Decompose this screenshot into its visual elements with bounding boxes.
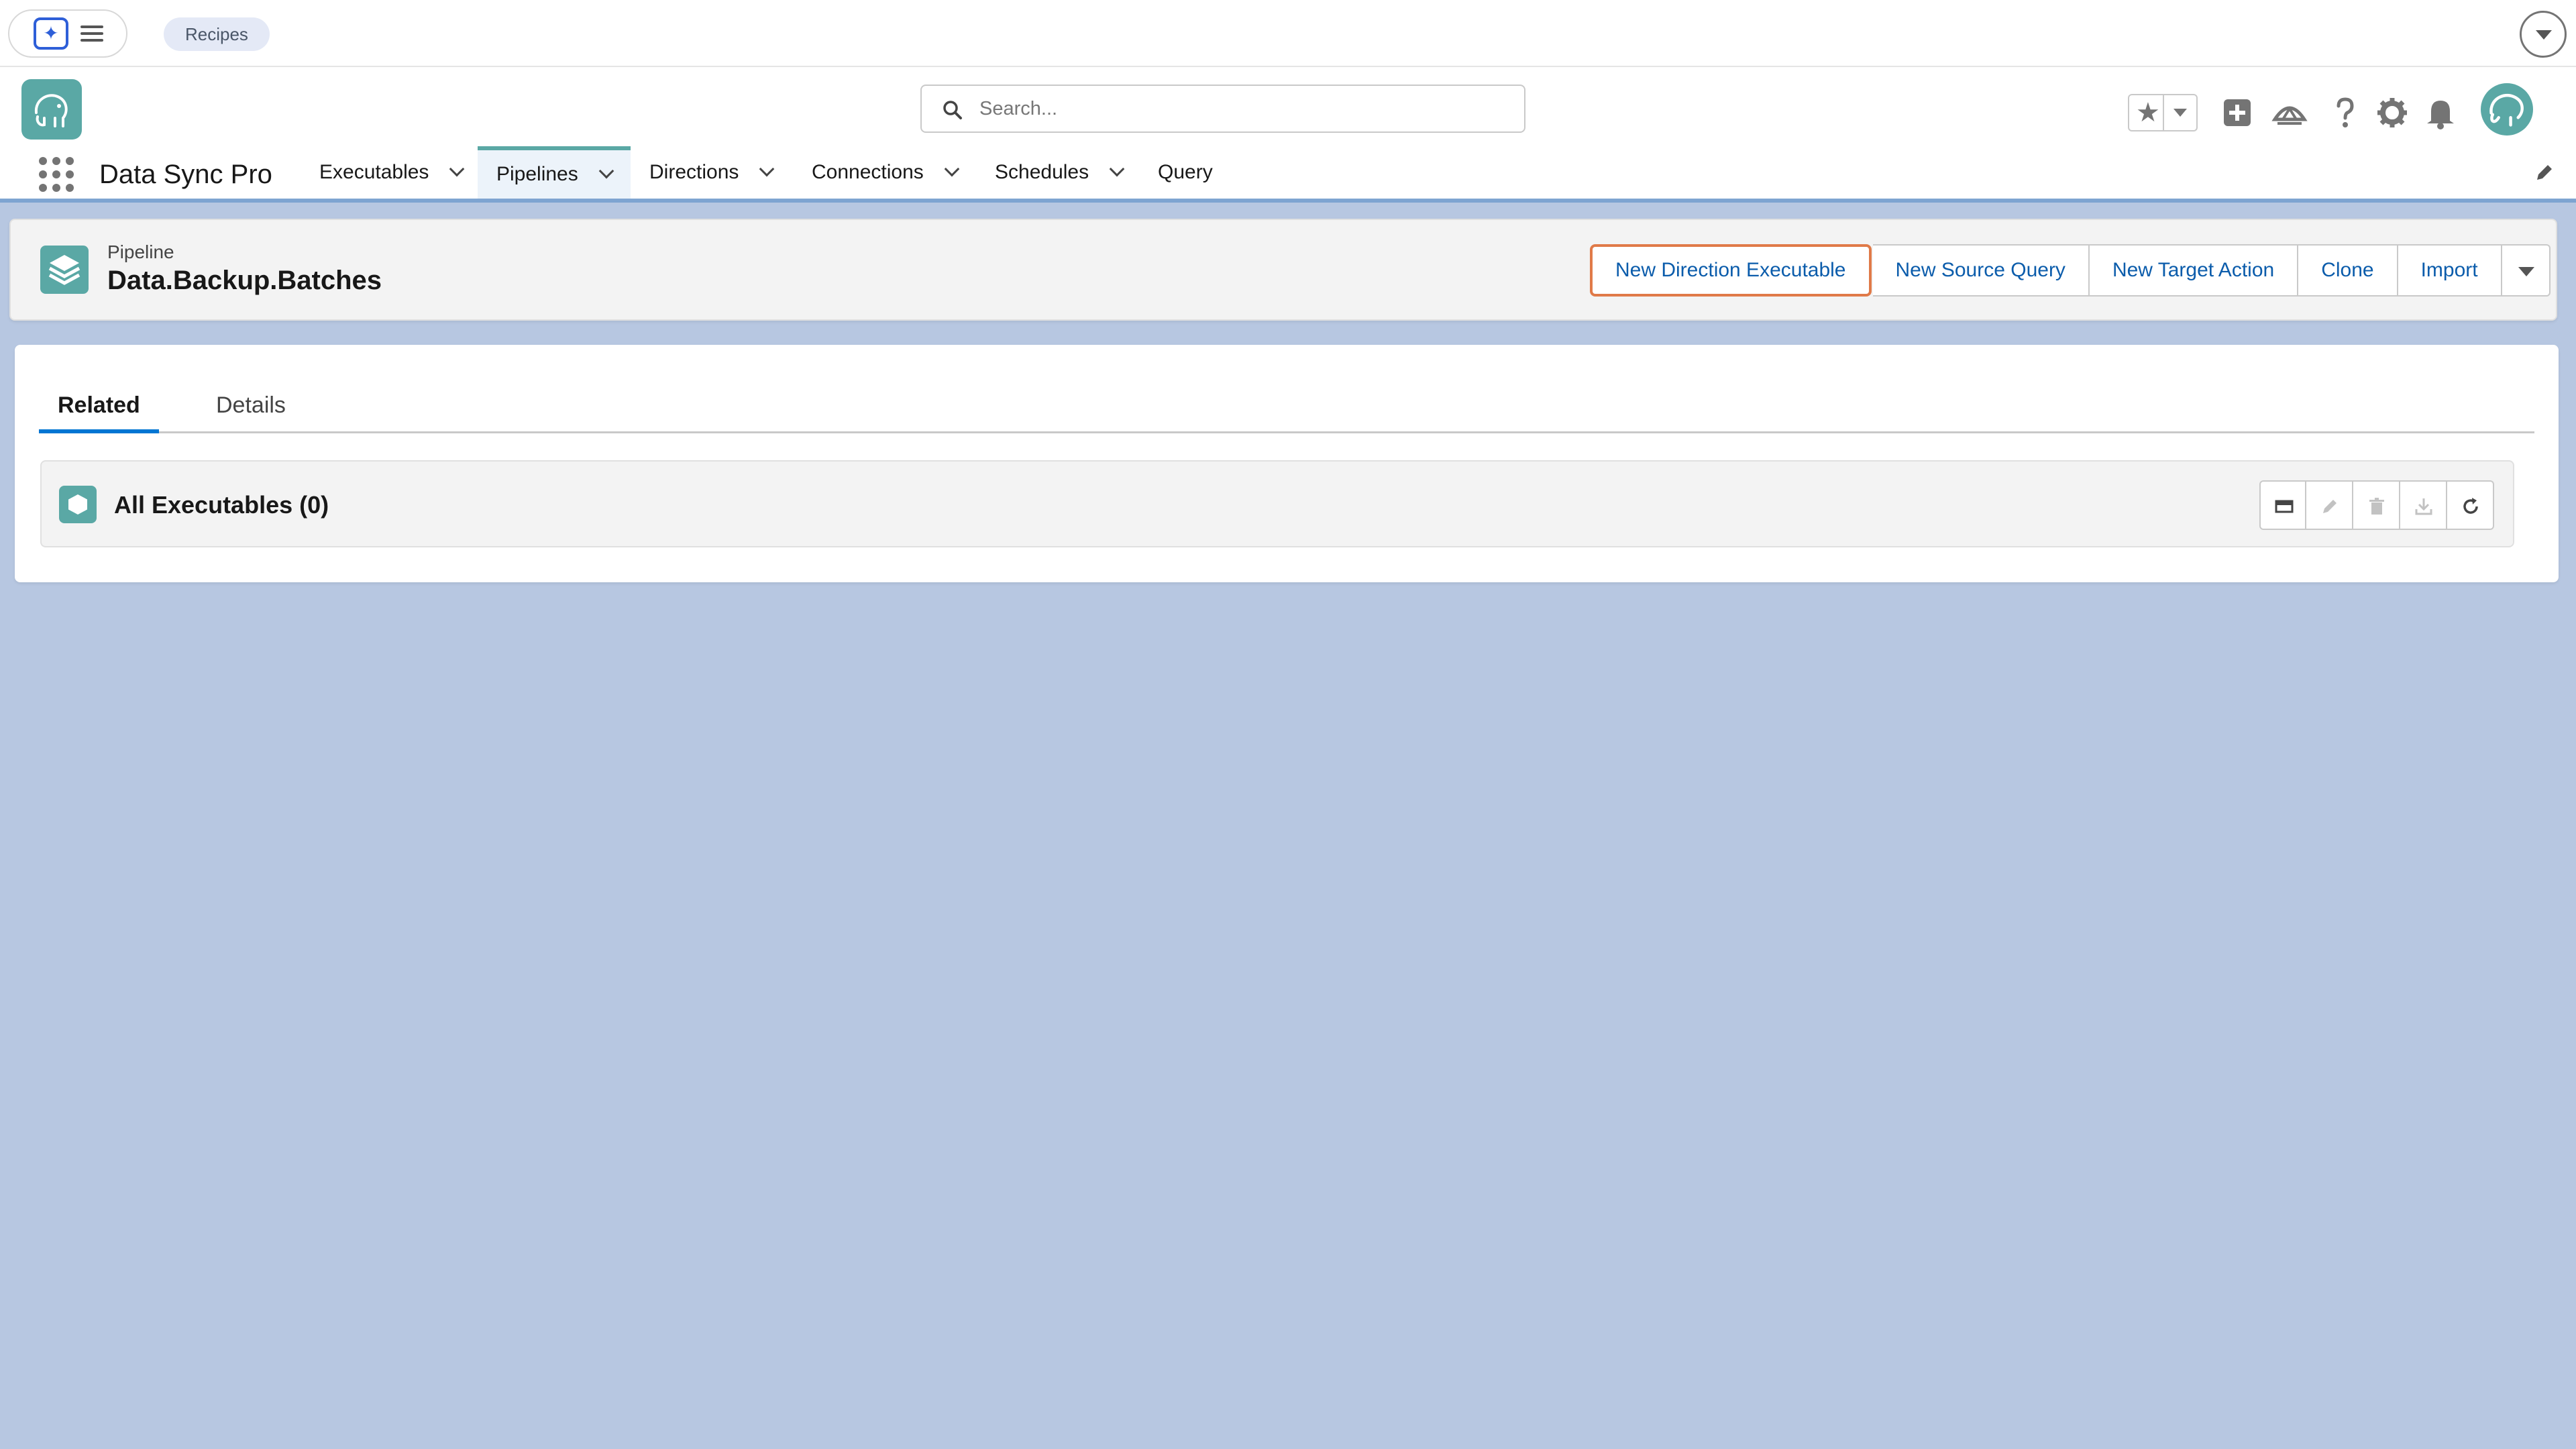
global-search[interactable] — [920, 85, 1525, 133]
download-icon — [2415, 498, 2432, 515]
elephant-logo-icon — [34, 94, 68, 127]
pipeline-record-icon — [40, 246, 89, 294]
refresh-button[interactable] — [2447, 480, 2494, 530]
new-direction-executable-button[interactable]: New Direction Executable — [1590, 244, 1872, 297]
nav-item-label: Executables — [319, 161, 429, 183]
nav-item-executables[interactable]: Executables — [319, 146, 465, 199]
nav-item-label: Pipelines — [496, 163, 578, 185]
chevron-down-icon[interactable] — [598, 163, 614, 179]
view-table-button[interactable] — [2259, 480, 2306, 530]
nav-item-query[interactable]: Query — [1158, 146, 1213, 199]
settings-gear-icon[interactable] — [2372, 93, 2412, 133]
record-action-bar: New Direction Executable New Source Quer… — [1590, 244, 2551, 297]
executable-hexagon-icon — [59, 486, 97, 523]
hamburger-menu-icon[interactable] — [80, 25, 103, 42]
trailhead-icon[interactable] — [2269, 93, 2310, 133]
nav-item-label: Schedules — [995, 161, 1089, 183]
record-detail-card: Related Details All Executables (0) — [15, 345, 2559, 582]
related-list-executables: All Executables (0) — [40, 460, 2514, 547]
edit-button[interactable] — [2306, 480, 2353, 530]
user-avatar[interactable] — [2481, 83, 2533, 136]
notifications-bell-icon[interactable] — [2420, 93, 2461, 133]
app-logo[interactable] — [21, 79, 82, 140]
elephant-avatar-icon — [2489, 94, 2524, 127]
global-actions-plus-icon[interactable] — [2217, 93, 2257, 133]
star-icon[interactable]: ★ — [2136, 98, 2160, 127]
nav-item-label: Connections — [812, 161, 924, 183]
nav-item-schedules[interactable]: Schedules — [995, 146, 1125, 199]
record-highlights: Pipeline Data.Backup.Batches New Directi… — [9, 219, 2557, 321]
app-name: Data Sync Pro — [99, 160, 272, 189]
favorites-button[interactable]: ★ — [2128, 94, 2198, 131]
agent-menu-pill[interactable]: ✦ — [8, 9, 127, 58]
chevron-down-icon[interactable] — [944, 161, 960, 177]
import-button[interactable]: Import — [2398, 244, 2502, 297]
nav-item-pipelines[interactable]: Pipelines — [478, 146, 631, 199]
system-dropdown-button[interactable] — [2520, 11, 2567, 58]
trash-icon — [2369, 498, 2384, 515]
search-input[interactable] — [978, 93, 1501, 125]
refresh-icon — [2463, 498, 2478, 514]
global-header: ★ — [0, 67, 2576, 146]
stacked-layers-icon — [48, 255, 80, 285]
chevron-down-icon[interactable] — [449, 161, 465, 177]
agent-spark-icon[interactable]: ✦ — [34, 17, 68, 50]
app-navigation: Data Sync Pro Executables Pipelines Dire… — [0, 146, 2576, 203]
system-bar: ✦ Recipes — [0, 0, 2576, 67]
more-actions-dropdown-button[interactable] — [2502, 244, 2551, 297]
table-view-icon — [2275, 500, 2294, 513]
delete-button[interactable] — [2353, 480, 2400, 530]
pencil-icon — [2323, 500, 2337, 513]
favorites-dropdown-icon[interactable] — [2174, 109, 2187, 117]
nav-item-connections[interactable]: Connections — [812, 146, 960, 199]
recipes-chip[interactable]: Recipes — [164, 17, 270, 51]
tab-related[interactable]: Related — [39, 382, 159, 433]
help-icon[interactable] — [2325, 93, 2365, 133]
related-list-title[interactable]: All Executables (0) — [114, 491, 329, 519]
new-target-action-button[interactable]: New Target Action — [2089, 244, 2299, 297]
new-source-query-button[interactable]: New Source Query — [1872, 244, 2090, 297]
nav-item-directions[interactable]: Directions — [649, 146, 775, 199]
download-button[interactable] — [2400, 480, 2447, 530]
chevron-down-icon[interactable] — [759, 161, 775, 177]
divider — [2163, 95, 2164, 130]
related-list-toolbar — [2259, 480, 2494, 530]
nav-item-label: Query — [1158, 161, 1213, 183]
chevron-down-icon[interactable] — [1109, 161, 1125, 177]
record-object-type: Pipeline — [107, 241, 174, 262]
edit-nav-pencil-icon[interactable] — [2533, 161, 2556, 184]
search-icon — [943, 101, 962, 119]
nav-item-label: Directions — [649, 161, 739, 183]
record-title: Data.Backup.Batches — [107, 266, 382, 295]
clone-button[interactable]: Clone — [2298, 244, 2398, 297]
record-tabs: Related Details — [39, 382, 2534, 433]
app-launcher-icon[interactable] — [39, 157, 74, 192]
tab-details[interactable]: Details — [216, 382, 286, 433]
